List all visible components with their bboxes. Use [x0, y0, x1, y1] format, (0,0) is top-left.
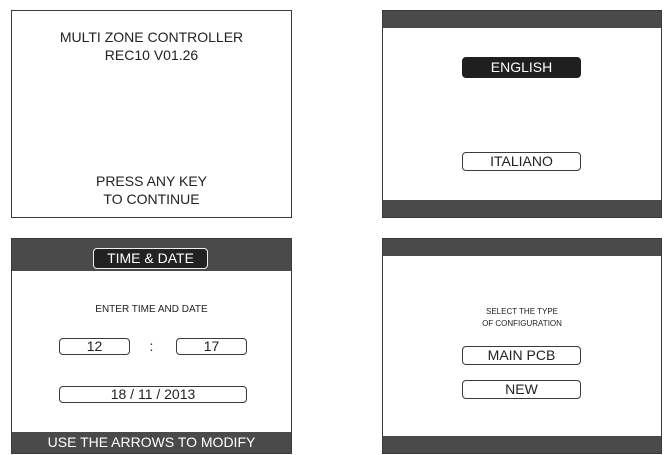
- language-option-english[interactable]: ENGLISH: [462, 57, 581, 78]
- config-option-main-pcb[interactable]: MAIN PCB: [462, 346, 581, 365]
- language-option-italiano[interactable]: ITALIANO: [462, 152, 581, 171]
- config-option-new[interactable]: NEW: [462, 380, 581, 399]
- continue-prompt-line1: PRESS ANY KEY: [95, 173, 207, 189]
- date-field[interactable]: 18 / 11 / 2013: [59, 386, 247, 403]
- instruction-text: ENTER TIME AND DATE: [95, 304, 208, 315]
- language-screen: ENGLISH ITALIANO: [382, 10, 662, 218]
- firmware-version: REC10 V01.26: [104, 47, 199, 63]
- instruction-line1: SELECT THE TYPE: [485, 307, 559, 316]
- screen-title: TIME & DATE: [93, 248, 208, 269]
- footer-bar: [383, 200, 661, 217]
- time-date-screen: TIME & DATE ENTER TIME AND DATE 12 : 17 …: [11, 238, 292, 454]
- configuration-screen: SELECT THE TYPE OF CONFIGURATION MAIN PC…: [382, 238, 662, 454]
- footer-hint: USE THE ARROWS TO MODIFY: [47, 434, 256, 450]
- minute-field[interactable]: 17: [176, 338, 247, 355]
- footer-bar: [383, 436, 661, 453]
- header-bar: [383, 11, 661, 28]
- header-bar: [383, 239, 661, 256]
- splash-screen: MULTI ZONE CONTROLLER REC10 V01.26 PRESS…: [11, 10, 292, 218]
- continue-prompt-line2: TO CONTINUE: [103, 191, 200, 207]
- instruction-line2: OF CONFIGURATION: [482, 319, 562, 328]
- product-title: MULTI ZONE CONTROLLER: [59, 29, 244, 45]
- time-separator: :: [149, 338, 154, 354]
